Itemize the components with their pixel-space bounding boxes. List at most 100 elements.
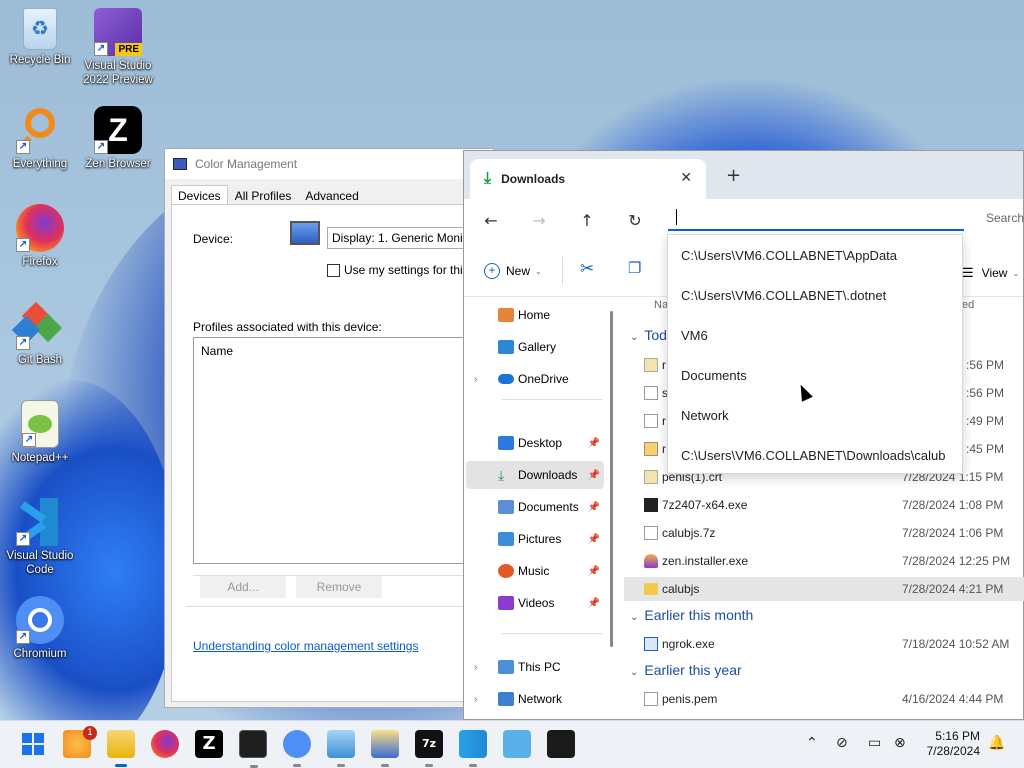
new-tab-button[interactable]: +	[726, 165, 741, 186]
address-suggestions-dropdown: C:\Users\VM6.COLLABNET\AppData C:\Users\…	[667, 234, 963, 474]
chromium-icon[interactable]	[283, 730, 311, 767]
address-input[interactable]	[668, 203, 964, 231]
visual-studio-preview-icon: ↗ PRE	[94, 8, 142, 56]
device-label: Device:	[193, 232, 234, 246]
up-arrow-icon[interactable]: ↑	[576, 211, 598, 230]
help-link[interactable]: Understanding color management settings	[193, 639, 418, 653]
file-row[interactable]: calubjs.7z 7/28/2024 1:06 PM	[624, 521, 1024, 545]
search-input[interactable]: Search	[976, 203, 1024, 231]
close-tab-icon[interactable]: ✕	[680, 169, 692, 186]
nav-pictures[interactable]: Pictures 📌	[466, 525, 604, 553]
suggestion-item[interactable]: C:\Users\VM6.COLLABNET\.dotnet	[668, 275, 962, 315]
desktop-icon-firefox[interactable]: ↗ Firefox	[0, 204, 80, 269]
nav-scrollbar[interactable]	[610, 311, 613, 647]
7zip-icon[interactable]: 7z	[415, 730, 443, 767]
nav-desktop[interactable]: Desktop 📌	[466, 429, 604, 457]
file-date: :49 PM	[966, 414, 1005, 428]
clock[interactable]: 5:16 PM 7/28/2024	[927, 729, 980, 759]
column-header-date[interactable]: ed	[962, 299, 974, 311]
tab-downloads[interactable]: ⤓ Downloads ✕	[470, 159, 706, 199]
desktop-icon-notepad-plus-plus[interactable]: ↗ Notepad++	[0, 400, 80, 465]
suggestion-item[interactable]: C:\Users\VM6.COLLABNET\Downloads\calub	[668, 435, 962, 473]
desktop-icon-label: Notepad++	[11, 452, 69, 464]
control-panel-icon[interactable]	[327, 730, 355, 767]
file-row[interactable]: calubjs 7/28/2024 4:21 PM	[624, 577, 1024, 601]
terminal-icon[interactable]	[239, 730, 267, 768]
desktop-icon-recycle-bin[interactable]: ♻ Recycle Bin	[0, 8, 80, 67]
suggestion-item[interactable]: Documents	[668, 355, 962, 395]
notification-bell-icon[interactable]: 🔔	[988, 735, 1005, 751]
file-row[interactable]: 7z2407-x64.exe 7/28/2024 1:08 PM	[624, 493, 1024, 517]
chevron-down-icon: ⌄	[630, 612, 639, 623]
group-header-earlier-month[interactable]: ⌄ Earlier this month	[630, 607, 753, 623]
suggestion-item[interactable]: VM6	[668, 315, 962, 355]
network-disconnected-icon[interactable]: ⊘	[836, 735, 848, 751]
nav-label: Videos	[518, 596, 555, 610]
display-icon[interactable]: ▭	[868, 735, 881, 751]
volume-muted-icon[interactable]: ⊗	[894, 735, 906, 751]
nav-gallery[interactable]: Gallery	[466, 333, 604, 361]
nav-onedrive[interactable]: › OneDrive	[466, 365, 604, 393]
view-button[interactable]: ☰ View ⌄	[962, 265, 1019, 281]
desktop-icon-visual-studio[interactable]: ↗ PRE Visual Studio 2022 Preview	[78, 8, 158, 87]
everything-search-icon: ↗	[16, 106, 64, 154]
widgets-icon[interactable]: 1	[63, 726, 97, 758]
file-explorer-icon[interactable]	[107, 730, 135, 767]
profiles-label: Profiles associated with this device:	[193, 320, 382, 334]
file-row[interactable]: penis.pem 4/16/2024 4:44 PM	[624, 687, 1024, 711]
firefox-icon[interactable]	[151, 730, 179, 758]
nav-documents[interactable]: Documents 📌	[466, 493, 604, 521]
group-header-earlier-year[interactable]: ⌄ Earlier this year	[630, 662, 742, 678]
nav-divider	[502, 399, 602, 400]
nav-downloads[interactable]: ⤓ Downloads 📌	[466, 461, 604, 489]
nav-videos[interactable]: Videos 📌	[466, 589, 604, 617]
copy-icon[interactable]: ❐	[628, 259, 641, 277]
group-header-today[interactable]: ⌄ Tod	[630, 327, 667, 343]
desktop-icon-chromium[interactable]: ↗ Chromium	[0, 596, 80, 661]
nav-label: This PC	[518, 660, 561, 674]
checkbox-box[interactable]	[327, 263, 340, 277]
nav-network[interactable]: › Network	[466, 685, 604, 713]
back-arrow-icon[interactable]: ←	[480, 211, 502, 230]
file-name: r	[662, 442, 666, 456]
file-date: :45 PM	[966, 442, 1005, 456]
chevron-right-icon[interactable]: ›	[474, 662, 477, 673]
checkbox-label: Use my settings for this	[344, 263, 469, 277]
chevron-right-icon[interactable]: ›	[474, 374, 477, 385]
desktop-icon-git-bash[interactable]: ↗ Git Bash	[0, 301, 80, 367]
notepad-icon[interactable]	[503, 730, 531, 758]
use-my-settings-checkbox[interactable]: Use my settings for this	[327, 263, 469, 277]
snipping-icon[interactable]	[547, 730, 575, 758]
desktop-icon-everything[interactable]: ↗ Everything	[0, 106, 80, 171]
vscode-icon[interactable]	[459, 730, 487, 767]
file-name: r	[662, 414, 666, 428]
suggestion-item[interactable]: Network	[668, 395, 962, 435]
chevron-up-icon[interactable]: ⌃	[806, 735, 818, 751]
forward-arrow-icon[interactable]: →	[528, 211, 550, 230]
column-header-name[interactable]: Na	[654, 299, 668, 311]
profiles-list[interactable]: Name	[193, 337, 493, 564]
start-icon[interactable]	[19, 730, 47, 758]
pin-icon: 📌	[587, 565, 600, 577]
color-management-titlebar[interactable]: Color Management	[165, 149, 493, 179]
refresh-icon[interactable]: ↻	[624, 211, 646, 230]
desktop-icon-label: Visual Studio Code	[6, 550, 74, 576]
nav-this-pc[interactable]: › This PC	[466, 653, 604, 681]
nav-music[interactable]: Music 📌	[466, 557, 604, 585]
file-row[interactable]: zen.installer.exe 7/28/2024 12:25 PM	[624, 549, 1024, 573]
zen-browser-icon[interactable]: Z	[195, 730, 223, 758]
add-button[interactable]: Add...	[200, 576, 286, 598]
file-row[interactable]: ngrok.exe 7/18/2024 10:52 AM	[624, 632, 1024, 656]
file-date: 7/28/2024 1:06 PM	[902, 526, 1004, 540]
list-header-name[interactable]: Name	[194, 338, 492, 364]
file-name: ngrok.exe	[662, 637, 715, 651]
desktop-icon-vscode[interactable]: ↗ Visual Studio Code	[0, 498, 80, 577]
suggestion-item[interactable]: C:\Users\VM6.COLLABNET\AppData	[668, 235, 962, 275]
remove-button[interactable]: Remove	[296, 576, 382, 598]
chevron-right-icon[interactable]: ›	[474, 694, 477, 705]
new-button[interactable]: + New ⌄	[484, 263, 542, 279]
nav-home[interactable]: Home	[466, 301, 604, 329]
desktop-icon-zen-browser[interactable]: Z ↗ Zen Browser	[78, 106, 158, 171]
cut-icon[interactable]: ✂	[580, 259, 594, 279]
color-management-icon[interactable]	[371, 730, 399, 767]
